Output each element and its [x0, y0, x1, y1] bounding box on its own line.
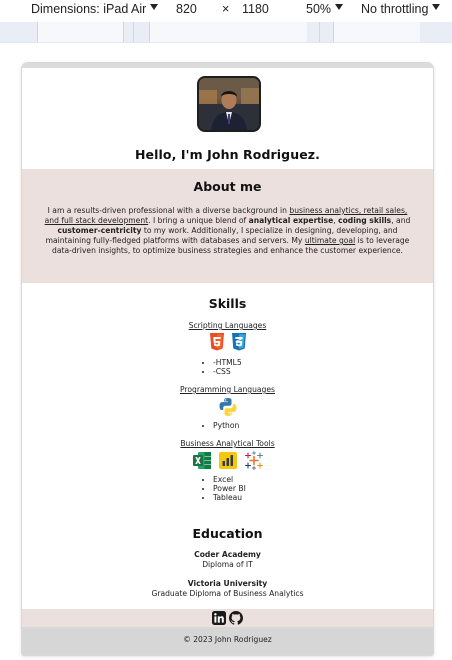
viewport-top-strip [22, 63, 433, 68]
tableau-icon [244, 451, 263, 470]
profile-avatar [197, 76, 261, 132]
list-item: Tableau [213, 493, 246, 502]
linkedin-icon[interactable] [212, 611, 226, 625]
about-title: About me [193, 179, 262, 194]
devtools-toolbar: Dimensions: iPad Air 820 × 1180 50% No t… [0, 0, 452, 22]
skills-group-icons [22, 397, 433, 417]
times-separator: × [222, 2, 230, 16]
site-footer: © 2023 John Rodriguez [22, 627, 433, 655]
about-paragraph: I am a results-driven professional with … [44, 206, 411, 255]
skills-group-list: Excel Power BI Tableau [203, 475, 246, 502]
chevron-down-icon [432, 4, 441, 10]
power-bi-icon [218, 452, 237, 469]
about-highlight-analytical: analytical expertise [248, 216, 334, 225]
html5-icon [209, 333, 224, 351]
width-input[interactable]: 820 [176, 0, 197, 18]
education-degree: Diploma of IT [202, 560, 253, 569]
throttling-dropdown[interactable]: No throttling [361, 0, 441, 18]
css3-icon [231, 333, 246, 351]
height-input[interactable]: 1180 [242, 0, 269, 18]
about-highlight-goal: ultimate goal [304, 236, 356, 245]
media-query-bar[interactable] [0, 22, 452, 43]
skills-group-icons [22, 451, 433, 470]
zoom-dropdown[interactable]: 50% [306, 0, 344, 18]
about-highlight-customer: customer-centricity [57, 226, 142, 235]
dimensions-label: Dimensions: iPad Air [31, 2, 147, 16]
skills-group-list: Python [203, 421, 239, 430]
skills-group-heading: Programming Languages [179, 385, 276, 394]
about-section: About me I am a results-driven professio… [22, 169, 433, 283]
list-item: Python [213, 421, 239, 430]
python-icon [219, 398, 236, 416]
social-links-bar [22, 609, 433, 627]
skills-title: Skills [208, 296, 247, 311]
skills-group-list: -HTML5 -CSS [203, 358, 242, 376]
education-school: Victoria University [187, 579, 268, 588]
list-item: -HTML5 [213, 358, 242, 367]
list-item: -CSS [213, 367, 242, 376]
education-school: Coder Academy [194, 550, 261, 559]
device-viewport: Hello, I'm John Rodriguez. About me I am… [22, 63, 433, 655]
copyright-text: © 2023 John Rodriguez [183, 635, 272, 644]
hero-greeting: Hello, I'm John Rodriguez. [135, 147, 320, 162]
device-dimensions-dropdown[interactable]: Dimensions: iPad Air [31, 0, 159, 18]
education-title: Education [192, 526, 263, 541]
chevron-down-icon [150, 4, 159, 10]
skills-group-heading: Scripting Languages [188, 321, 267, 330]
excel-icon [192, 452, 211, 469]
skills-group-heading: Business Analytical Tools [180, 439, 275, 448]
github-icon[interactable] [229, 611, 243, 625]
about-highlight-coding: coding skills [338, 216, 392, 225]
profile-photo [199, 78, 259, 130]
chevron-down-icon [335, 4, 344, 10]
list-item: Power BI [213, 484, 246, 493]
list-item: Excel [213, 475, 246, 484]
skills-group-icons [22, 333, 433, 351]
education-degree: Graduate Diploma of Business Analytics [151, 589, 304, 598]
